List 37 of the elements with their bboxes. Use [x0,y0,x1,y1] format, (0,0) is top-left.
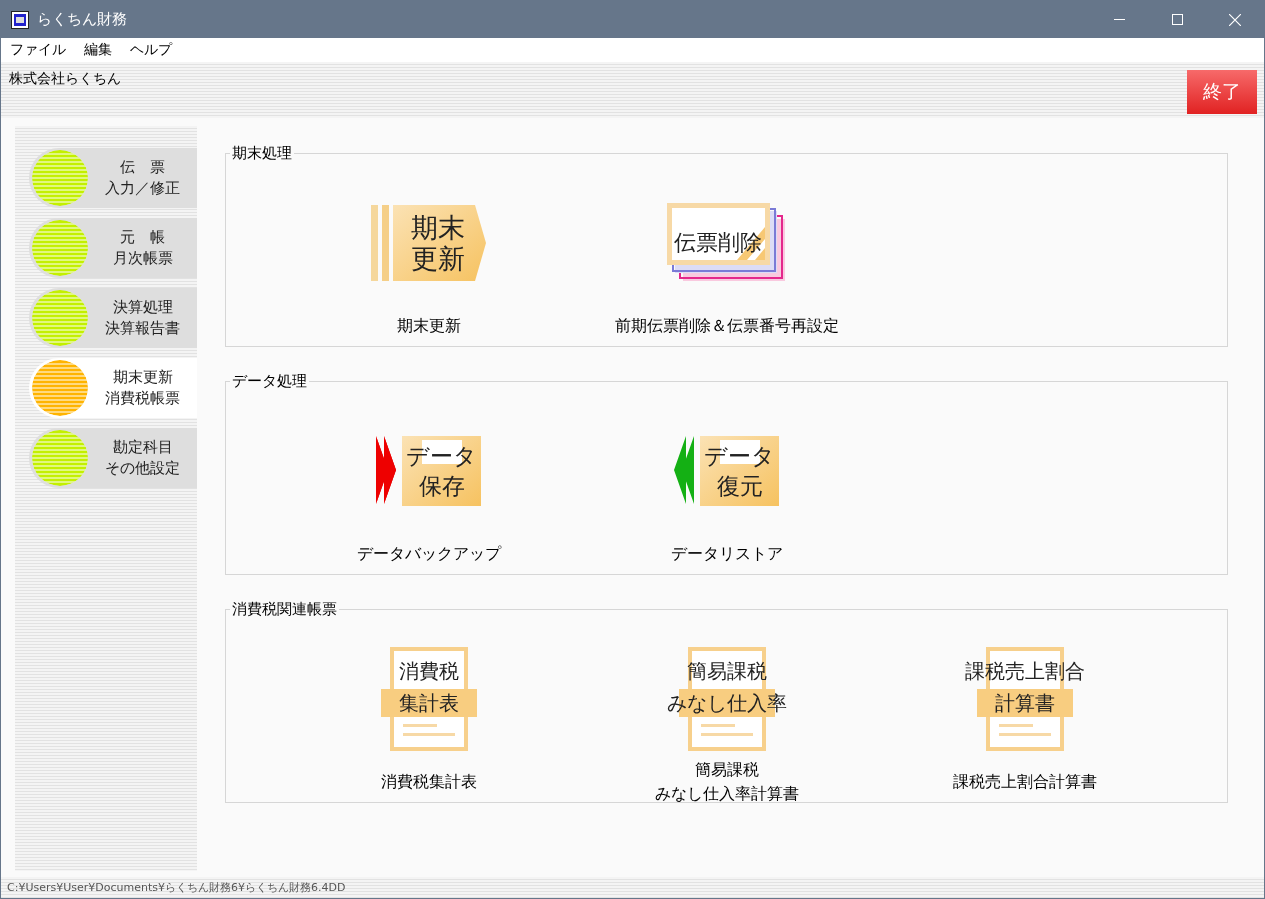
striped-circle-icon [32,220,88,276]
app-icon [11,10,29,29]
tag-icon [371,205,486,281]
tile-caption: データバックアップ [356,543,501,565]
maximize-icon [1171,14,1183,25]
left-arrows-box-icon [674,436,779,506]
menu-tile-button[interactable]: 消費税 集計表 [346,647,511,751]
file-path: C:¥Users¥User¥Documents¥らくちん財務6¥らくちん財務6.4DD [7,880,346,895]
striped-circle-icon [32,430,88,486]
striped-circle-icon [32,290,88,346]
sidebar-item[interactable]: 決算処理 決算報告書 [29,288,197,348]
stacked-cards-icon [666,203,787,283]
section-title: データ処理 [231,372,308,391]
company-name: 株式会社らくちん [9,70,121,88]
sidebar-item[interactable]: 元 帳 月次帳票 [29,218,197,278]
tile-caption: 課税売上割合計算書 [952,771,1097,793]
tile-caption: 前期伝票削除＆伝票番号再設定 [614,315,839,337]
sidebar-item[interactable]: 勘定科目 その他設定 [29,428,197,488]
right-arrows-box-icon [376,436,481,506]
menu-tile-button[interactable]: 期末 更新 [371,205,486,281]
striped-circle-icon [32,360,88,416]
section-title: 消費税関連帳票 [231,600,338,619]
tile-caption: 期末更新 [396,315,461,337]
sidebar-item[interactable]: 期末更新 消費税帳票 [29,358,197,418]
close-icon [1229,13,1241,26]
tile-caption: データリストア [670,543,783,565]
tile-caption: 消費税集計表 [380,771,477,793]
menu-item[interactable]: ヘルプ [121,41,181,59]
exit-button[interactable]: 終了 [1187,70,1257,114]
tile-caption: 簡易課税 みなし仕入率計算書 [654,759,799,805]
menu-tile-button[interactable]: 課税売上割合 計算書 [942,647,1107,751]
menu-item[interactable]: ファイル [1,41,75,59]
menu-item[interactable]: 編集 [75,41,121,59]
sidebar-item[interactable]: 伝 票 入力／修正 [29,148,197,208]
section-title: 期末処理 [231,144,293,163]
striped-circle-icon [32,150,88,206]
window-title: らくちん財務 [37,10,128,29]
